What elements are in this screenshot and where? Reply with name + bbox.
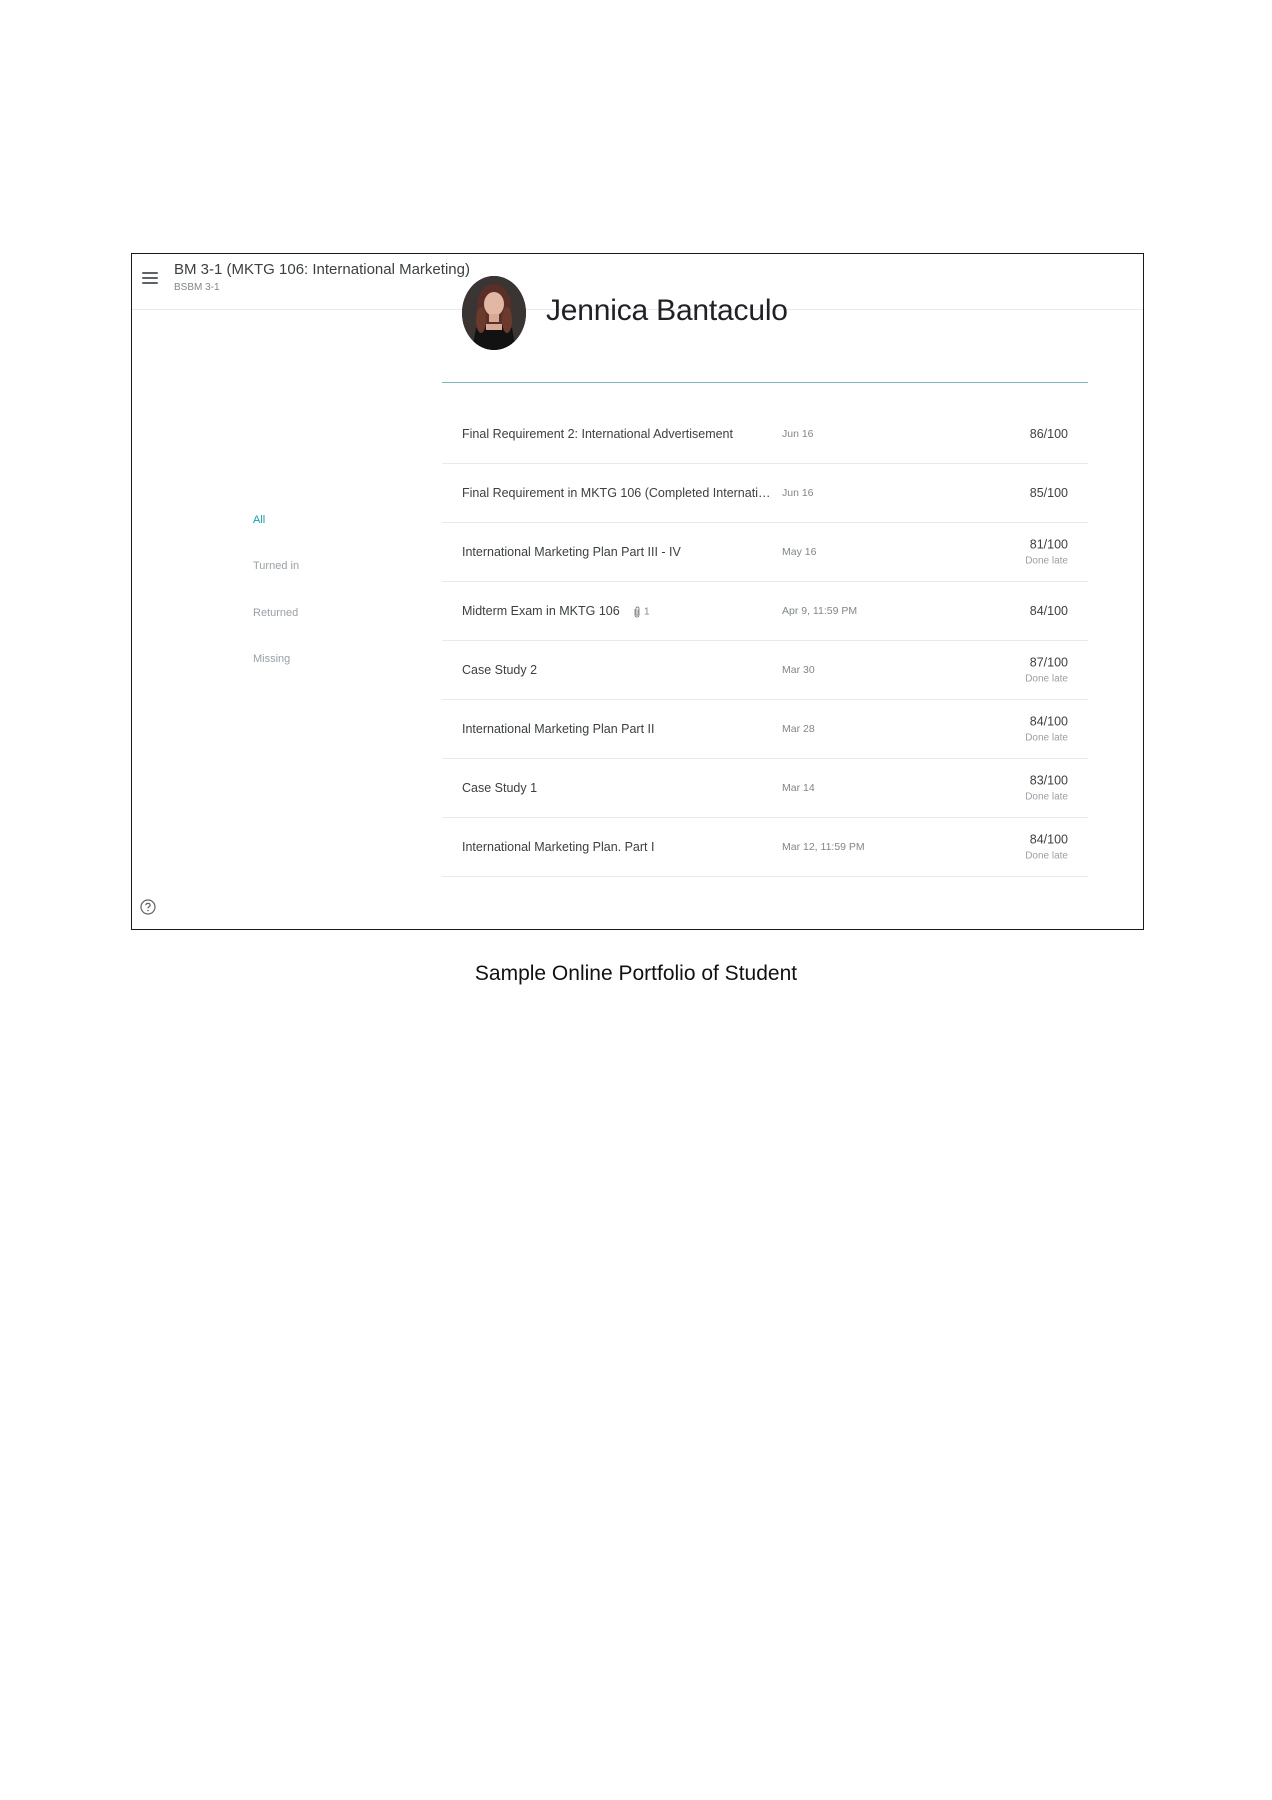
assignment-due-date: Jun 16 (782, 487, 814, 499)
avatar (462, 276, 526, 350)
list-item[interactable]: International Marketing Plan Part III - … (442, 523, 1088, 582)
student-photo (462, 276, 526, 350)
assignment-grade: 85/100 (1029, 486, 1068, 500)
assignment-due-date: Apr 9, 11:59 PM (782, 605, 858, 617)
attachment-count-value: 1 (643, 606, 650, 618)
assignment-grade: 86/100 (1029, 427, 1068, 441)
list-item[interactable]: International Marketing Plan Part II Mar… (442, 700, 1088, 759)
list-item[interactable]: Final Requirement in MKTG 106 (Completed… (442, 464, 1088, 523)
status-badge: Done late (1025, 791, 1068, 803)
assignment-grade-cell: 84/100 Done late (1025, 833, 1068, 862)
assignment-grade: 81/100 (1029, 537, 1068, 552)
paperclip-icon (634, 606, 640, 618)
assignment-grade-cell: 85/100 (1030, 486, 1068, 500)
list-item[interactable]: Case Study 1 Mar 14 83/100 Done late (442, 759, 1088, 818)
assignment-grade-cell: 83/100 Done late (1025, 774, 1068, 803)
help-icon[interactable] (140, 899, 156, 915)
assignment-title: Midterm Exam in MKTG 106 1 (462, 604, 650, 618)
assignment-due-date: Mar 12, 11:59 PM (782, 841, 865, 853)
assignment-title: Case Study 2 (462, 663, 538, 677)
list-item[interactable]: Midterm Exam in MKTG 106 1 Apr 9, 11:59 … (442, 582, 1088, 641)
assignment-grade-cell: 86/100 (1030, 427, 1068, 441)
assignment-title: Final Requirement in MKTG 106 (Completed… (462, 486, 772, 500)
assignment-title: International Marketing Plan Part III - … (462, 545, 681, 559)
assignment-due-date: Mar 30 (782, 664, 815, 676)
hamburger-menu-icon[interactable] (142, 272, 158, 286)
assignment-title: Final Requirement 2: International Adver… (462, 427, 733, 441)
assignment-due-date: Jun 16 (782, 428, 814, 440)
assignment-due-date: Mar 14 (782, 782, 815, 794)
classroom-window: BM 3-1 (MKTG 106: International Marketin… (131, 253, 1144, 930)
course-section: BSBM 3-1 (174, 282, 220, 293)
assignment-due-date: May 16 (782, 546, 817, 558)
status-badge: Done late (1025, 673, 1068, 685)
student-name: Jennica Bantaculo (546, 294, 788, 327)
assignment-grade: 84/100 (1029, 604, 1068, 618)
assignment-grade-cell: 84/100 Done late (1025, 715, 1068, 744)
assignment-grade: 84/100 (1029, 714, 1068, 729)
assignment-grade-cell: 87/100 Done late (1025, 656, 1068, 685)
course-title[interactable]: BM 3-1 (MKTG 106: International Marketin… (174, 261, 470, 278)
filter-all[interactable]: All (253, 514, 265, 526)
status-badge: Done late (1025, 850, 1068, 862)
assignment-list: Final Requirement 2: International Adver… (442, 405, 1088, 877)
status-badge: Done late (1025, 732, 1068, 744)
filter-returned[interactable]: Returned (253, 607, 298, 619)
list-item[interactable]: Case Study 2 Mar 30 87/100 Done late (442, 641, 1088, 700)
assignment-title-text: Midterm Exam in MKTG 106 (462, 604, 620, 618)
assignment-title: Case Study 1 (462, 781, 538, 795)
figure-caption: Sample Online Portfolio of Student (474, 962, 798, 985)
assignment-title: International Marketing Plan. Part I (462, 840, 655, 854)
list-item[interactable]: Final Requirement 2: International Adver… (442, 405, 1088, 464)
assignment-grade-cell: 81/100 Done late (1025, 538, 1068, 567)
assignment-grade: 84/100 (1029, 832, 1068, 847)
assignment-grade-cell: 84/100 (1030, 604, 1068, 618)
list-item[interactable]: International Marketing Plan. Part I Mar… (442, 818, 1088, 877)
status-badge: Done late (1025, 555, 1068, 567)
assignment-title: International Marketing Plan Part II (462, 722, 655, 736)
student-profile-header: Jennica Bantaculo (442, 276, 1088, 383)
filter-missing[interactable]: Missing (253, 653, 290, 665)
assignment-grade: 83/100 (1029, 773, 1068, 788)
assignment-grade: 87/100 (1029, 655, 1068, 670)
assignment-due-date: Mar 28 (782, 723, 815, 735)
attachment-count: 1 (633, 606, 650, 618)
filter-turned-in[interactable]: Turned in (253, 560, 299, 572)
